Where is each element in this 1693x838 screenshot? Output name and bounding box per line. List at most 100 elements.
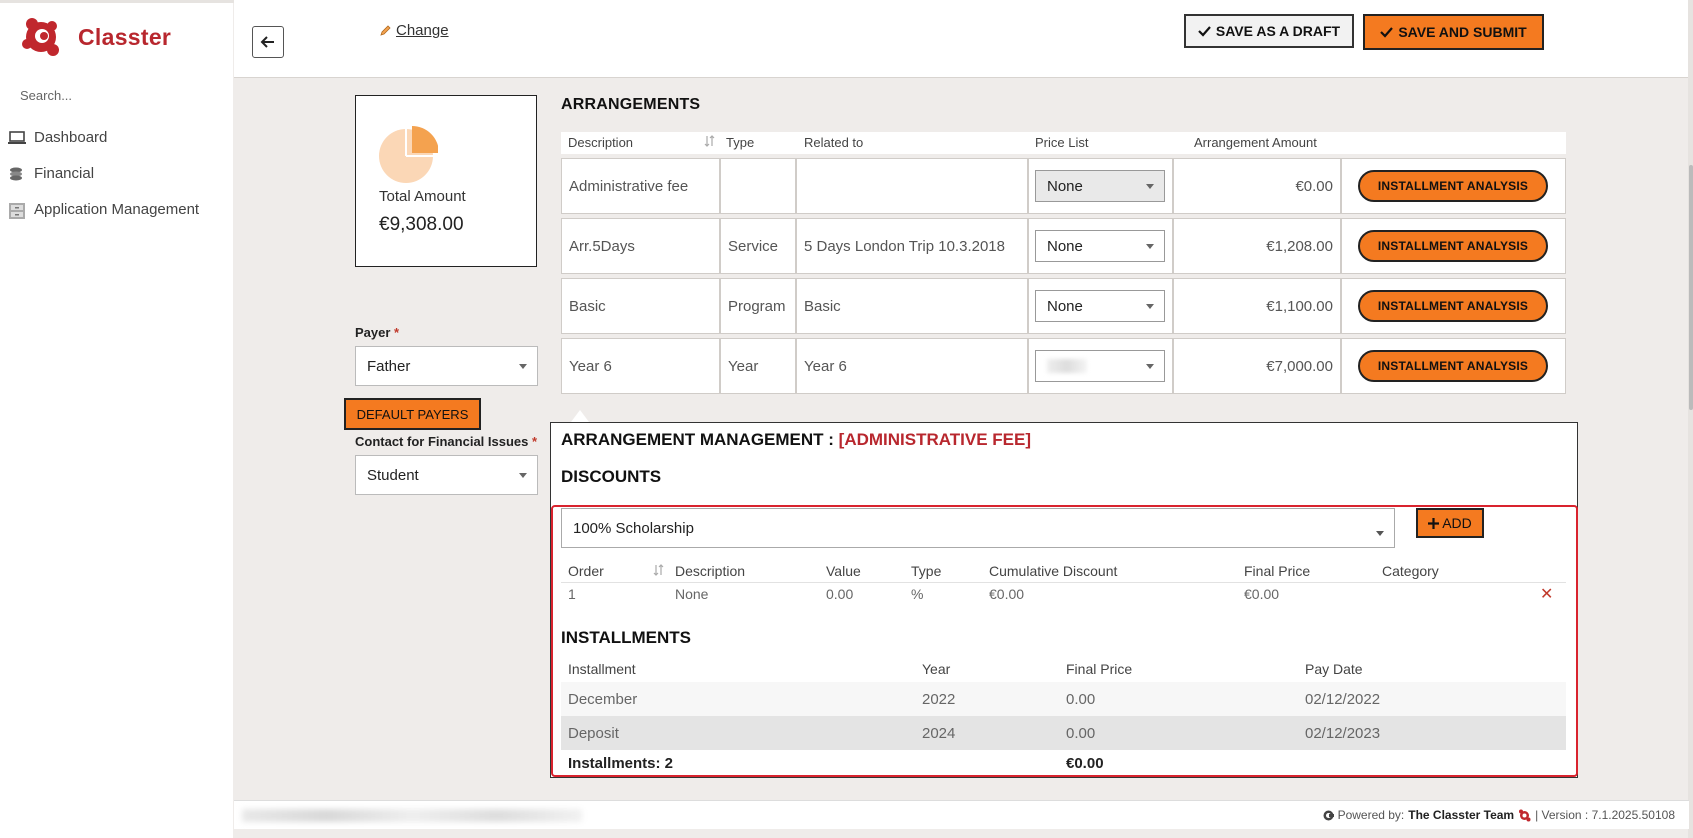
change-link[interactable]: Change	[379, 22, 449, 39]
arrangement-amount: €1,208.00	[1173, 218, 1341, 274]
default-payers-button[interactable]: DEFAULT PAYERS	[344, 398, 481, 430]
remove-discount-icon[interactable]: ✕	[1540, 584, 1553, 604]
scrollbar-thumb[interactable]	[1689, 165, 1693, 410]
installment-year: 2022	[922, 691, 956, 708]
laptop-icon	[8, 130, 26, 146]
classter-logo-icon	[18, 14, 64, 60]
management-title-prefix: ARRANGEMENT MANAGEMENT :	[561, 430, 834, 449]
installment-analysis-button[interactable]: INSTALLMENT ANALYSIS	[1358, 170, 1548, 202]
arrangement-related-to	[796, 158, 1028, 214]
total-amount-card: Total Amount €9,308.00	[355, 95, 537, 267]
footer-redacted-text	[242, 809, 582, 822]
chevron-down-icon	[1146, 244, 1154, 249]
save-draft-label: SAVE AS A DRAFT	[1215, 23, 1341, 39]
chevron-down-icon	[1146, 304, 1154, 309]
installment-analysis-button[interactable]: INSTALLMENT ANALYSIS	[1358, 290, 1548, 322]
pie-chart-icon	[379, 126, 438, 183]
chevron-down-icon	[519, 364, 527, 369]
scrollbar-track[interactable]	[1688, 0, 1693, 838]
column-header[interactable]: Type	[911, 563, 941, 579]
add-discount-button[interactable]: ADD	[1416, 508, 1484, 538]
sidebar-item-financial[interactable]: Financial	[8, 165, 94, 182]
arrangement-row[interactable]: Administrative fee None €0.00 INSTALLMEN…	[561, 158, 1566, 214]
check-icon	[1380, 27, 1394, 38]
arrangement-amount: €7,000.00	[1173, 338, 1341, 394]
column-header[interactable]: Final Price	[1244, 563, 1310, 579]
installments-title: INSTALLMENTS	[561, 628, 692, 647]
price-list-select[interactable]: None	[1035, 290, 1165, 322]
header-bar: Change SAVE AS A DRAFT SAVE AND SUBMIT	[234, 0, 1689, 78]
arrangement-description: Arr.5Days	[561, 218, 720, 274]
column-header[interactable]: Arrangement Amount	[1194, 135, 1317, 150]
column-header[interactable]: Price List	[1035, 135, 1088, 150]
installment-analysis-button[interactable]: INSTALLMENT ANALYSIS	[1358, 350, 1548, 382]
arrangements-table-header: Description Type Related to Price List A…	[561, 132, 1566, 154]
price-list-select[interactable]: None	[1035, 230, 1165, 262]
sidebar-item-dashboard[interactable]: Dashboard	[8, 129, 107, 146]
cabinet-icon	[8, 202, 26, 219]
discount-value: 0.00	[826, 586, 854, 602]
footer: Powered by: The Classter Team | Version …	[234, 800, 1689, 829]
chevron-down-icon	[519, 473, 527, 478]
discounts-table-header: Order Description Value Type Cumulative …	[561, 560, 1566, 583]
installments-table-header: Installment Year Final Price Pay Date	[561, 661, 1566, 681]
installment-name: December	[568, 691, 638, 708]
installment-year: 2024	[922, 725, 956, 742]
back-button[interactable]	[252, 26, 284, 58]
save-submit-button[interactable]: SAVE AND SUBMIT	[1363, 14, 1544, 50]
sort-icon[interactable]	[653, 563, 664, 579]
discount-row: 1 None 0.00 % €0.00 €0.00	[561, 583, 1566, 607]
arrangement-description: Administrative fee	[561, 158, 720, 214]
arrangement-related-to: 5 Days London Trip 10.3.2018	[796, 218, 1028, 274]
discount-select[interactable]: 100% Scholarship	[561, 508, 1395, 548]
total-amount-label: Total Amount	[379, 188, 466, 205]
sidebar-search-input[interactable]: Search...	[20, 88, 72, 103]
contact-select[interactable]: Student	[355, 455, 538, 495]
arrangements-title: ARRANGEMENTS	[561, 96, 701, 113]
payer-label: Payer *	[355, 325, 400, 340]
installments-count: Installments: 2	[568, 755, 674, 772]
arrangement-row[interactable]: Year 6 Year Year 6 €7,000.00 INSTALLMENT…	[561, 338, 1566, 394]
installment-final-price: 0.00	[1066, 691, 1096, 708]
team-link[interactable]: The Classter Team	[1408, 808, 1514, 822]
discounts-title: DISCOUNTS	[561, 467, 662, 486]
arrangement-amount: €0.00	[1173, 158, 1341, 214]
column-header[interactable]: Value	[826, 563, 861, 579]
sidebar-item-application-management[interactable]: Application Management	[8, 201, 199, 219]
price-list-select[interactable]	[1035, 350, 1165, 382]
column-header[interactable]: Related to	[804, 135, 863, 150]
arrangement-type: Service	[720, 218, 796, 274]
payer-select[interactable]: Father	[355, 346, 538, 386]
column-header: Year	[922, 661, 951, 677]
column-header[interactable]: Cumulative Discount	[989, 563, 1117, 579]
installment-pay-date: 02/12/2023	[1305, 725, 1381, 742]
arrangement-type	[720, 158, 796, 214]
total-amount-value: €9,308.00	[379, 214, 464, 235]
arrangement-description: Year 6	[561, 338, 720, 394]
arrangement-type: Program	[720, 278, 796, 334]
discount-order: 1	[568, 586, 576, 602]
plus-icon	[1428, 517, 1440, 529]
column-header[interactable]: Description	[568, 135, 633, 150]
column-header[interactable]: Type	[726, 135, 754, 150]
installment-pay-date: 02/12/2022	[1305, 691, 1381, 708]
check-icon	[1198, 26, 1211, 37]
pencil-icon	[380, 25, 391, 36]
footer-credits: Powered by: The Classter Team | Version …	[1323, 808, 1675, 822]
column-header[interactable]: Description	[675, 563, 745, 579]
app-name: Classter	[78, 23, 172, 50]
installment-analysis-button[interactable]: INSTALLMENT ANALYSIS	[1358, 230, 1548, 262]
logo[interactable]: Classter	[18, 14, 171, 60]
column-header[interactable]: Category	[1382, 563, 1439, 579]
price-list-value: None	[1047, 177, 1083, 195]
panel-pointer	[571, 410, 589, 422]
version-label: | Version : 7.1.2025.50108	[1535, 808, 1675, 822]
column-header: Final Price	[1066, 661, 1133, 677]
save-draft-button[interactable]: SAVE AS A DRAFT	[1184, 14, 1354, 48]
sort-icon[interactable]	[704, 135, 715, 150]
arrangement-row[interactable]: Arr.5Days Service 5 Days London Trip 10.…	[561, 218, 1566, 274]
column-header[interactable]: Order	[568, 563, 604, 579]
arrangement-row[interactable]: Basic Program Basic None €1,100.00 INSTA…	[561, 278, 1566, 334]
discount-final-price: €0.00	[1244, 586, 1280, 602]
price-list-value: None	[1047, 297, 1083, 315]
